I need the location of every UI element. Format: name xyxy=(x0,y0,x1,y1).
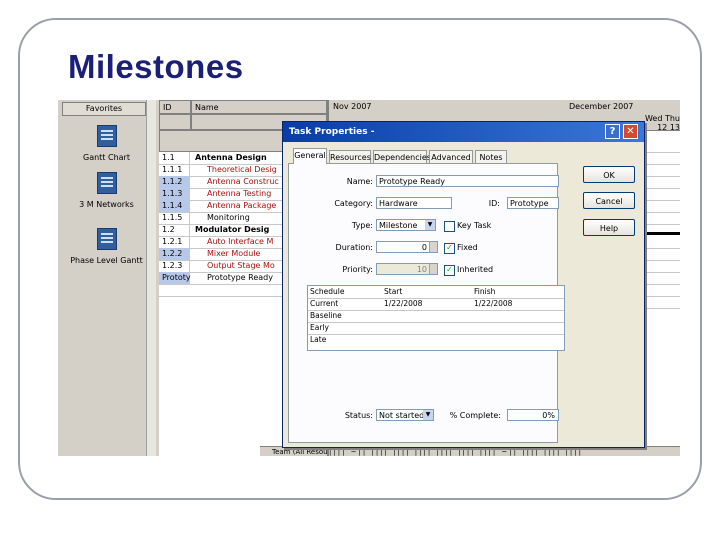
inherited-label: Inherited xyxy=(457,265,494,274)
schedule-row-late[interactable]: Late xyxy=(308,334,564,346)
status-select-value: Not started xyxy=(379,411,425,420)
view-label: Phase Level Gantt xyxy=(70,256,143,265)
tab-notes[interactable]: Notes xyxy=(475,150,507,163)
chevron-down-icon: ▼ xyxy=(425,220,435,230)
gantt-month-nov: Nov 2007 xyxy=(333,102,372,111)
screenshot: Favorites Gantt Chart 3 M Networks Phase… xyxy=(58,100,680,456)
gantt-month-header: Nov 2007 December 2007 xyxy=(329,100,680,115)
task-id-cell: 1.1.1 xyxy=(159,164,190,176)
slide-title: Milestones xyxy=(68,48,244,85)
help-button[interactable]: Help xyxy=(583,219,635,236)
column-header-id[interactable]: ID xyxy=(159,100,191,114)
priority-value: 10 xyxy=(416,265,427,274)
gantt-chart-icon xyxy=(96,125,117,147)
duration-spinner[interactable] xyxy=(429,242,437,252)
task-id-cell: 1.2.1 xyxy=(159,236,190,248)
general-panel: Name: Prototype Ready Category: Hardware… xyxy=(288,163,565,443)
duration-label: Duration: xyxy=(335,243,373,252)
task-id-cell: 1.2.3 xyxy=(159,260,190,272)
key-task-checkbox[interactable] xyxy=(444,221,455,232)
tab-resources[interactable]: Resources xyxy=(329,150,371,163)
duration-field[interactable]: 0 xyxy=(376,241,438,253)
task-properties-dialog: Task Properties - ? ✕ General Resources … xyxy=(282,121,645,448)
task-id-cell: 1.1.3 xyxy=(159,188,190,200)
view-label: Gantt Chart xyxy=(83,153,130,162)
tab-dependencies[interactable]: Dependencies xyxy=(373,150,431,163)
task-id-cell: 1.1.2 xyxy=(159,176,190,188)
sidebar-scrollbar[interactable] xyxy=(146,100,156,456)
schedule-col-header: Schedule xyxy=(310,287,345,296)
schedule-row-label: Early xyxy=(310,323,329,332)
close-icon[interactable]: ✕ xyxy=(623,124,638,139)
schedule-start: 1/22/2008 xyxy=(384,299,423,308)
pct-complete-field[interactable]: 0% xyxy=(507,409,559,421)
name-label: Name: xyxy=(346,177,373,186)
column-header-id-blank xyxy=(159,114,191,130)
schedule-table: Schedule Start Finish Current 1/22/2008 … xyxy=(307,285,565,351)
type-select[interactable]: Milestone ▼ xyxy=(376,219,436,231)
pct-complete-label: % Complete: xyxy=(449,411,501,420)
task-id-cell: 1.1.5 xyxy=(159,212,190,224)
ok-button[interactable]: OK xyxy=(583,166,635,183)
task-id-cell: 1.2 xyxy=(159,224,190,236)
finish-col-header: Finish xyxy=(474,287,496,296)
view-label: 3 M Networks xyxy=(79,200,134,209)
views-sidebar: Favorites Gantt Chart 3 M Networks Phase… xyxy=(58,100,156,456)
gantt-day-numbers: 12 13 xyxy=(657,123,680,132)
chevron-down-icon: ▼ xyxy=(423,410,433,420)
priority-label: Priority: xyxy=(342,265,373,274)
start-col-header: Start xyxy=(384,287,403,296)
schedule-row-label: Late xyxy=(310,335,327,344)
name-field[interactable]: Prototype Ready xyxy=(376,175,559,187)
cancel-button[interactable]: Cancel xyxy=(583,192,635,209)
task-id-cell: 1.1 xyxy=(159,152,190,164)
inherited-checkbox[interactable]: ✓ xyxy=(444,265,455,276)
duration-value: 0 xyxy=(421,243,427,252)
dialog-titlebar[interactable]: Task Properties - xyxy=(283,122,644,142)
fixed-checkbox[interactable]: ✓ xyxy=(444,243,455,254)
schedule-row-label: Current xyxy=(310,299,339,308)
priority-field[interactable]: 10 xyxy=(376,263,438,275)
fixed-label: Fixed xyxy=(457,243,478,252)
tab-advanced[interactable]: Advanced xyxy=(429,150,473,163)
status-label: Status: xyxy=(344,411,373,420)
view-3m-networks[interactable]: 3 M Networks xyxy=(58,172,155,209)
id-field[interactable]: Prototype xyxy=(507,197,559,209)
schedule-finish: 1/22/2008 xyxy=(474,299,513,308)
task-id-cell: Prototy xyxy=(159,272,191,284)
category-field[interactable]: Hardware xyxy=(376,197,452,209)
key-task-label: Key Task xyxy=(457,221,492,230)
task-id-cell: 1.1.4 xyxy=(159,200,190,212)
view-gantt-chart[interactable]: Gantt Chart xyxy=(58,125,155,162)
help-icon[interactable]: ? xyxy=(605,124,620,139)
phase-gantt-icon xyxy=(96,228,117,250)
network-view-icon xyxy=(96,172,117,194)
favorites-header[interactable]: Favorites xyxy=(62,102,146,116)
category-label: Category: xyxy=(334,199,373,208)
schedule-row-label: Baseline xyxy=(310,311,342,320)
task-id-cell: 1.2.2 xyxy=(159,248,190,260)
view-phase-level-gantt[interactable]: Phase Level Gantt xyxy=(58,228,155,265)
gantt-day-names: Wed Thu xyxy=(644,114,680,123)
tab-general[interactable]: General xyxy=(293,148,327,164)
type-select-value: Milestone xyxy=(379,221,418,230)
gantt-month-dec: December 2007 xyxy=(569,102,634,111)
column-header-name[interactable]: Name xyxy=(191,100,327,114)
id-label: ID: xyxy=(488,199,500,208)
type-label: Type: xyxy=(351,221,373,230)
priority-spinner[interactable] xyxy=(429,264,437,274)
gantt-day-labels: Wed Thu 12 13 xyxy=(645,114,680,132)
dialog-title: Task Properties - xyxy=(289,127,375,137)
status-select[interactable]: Not started ▼ xyxy=(376,409,434,421)
